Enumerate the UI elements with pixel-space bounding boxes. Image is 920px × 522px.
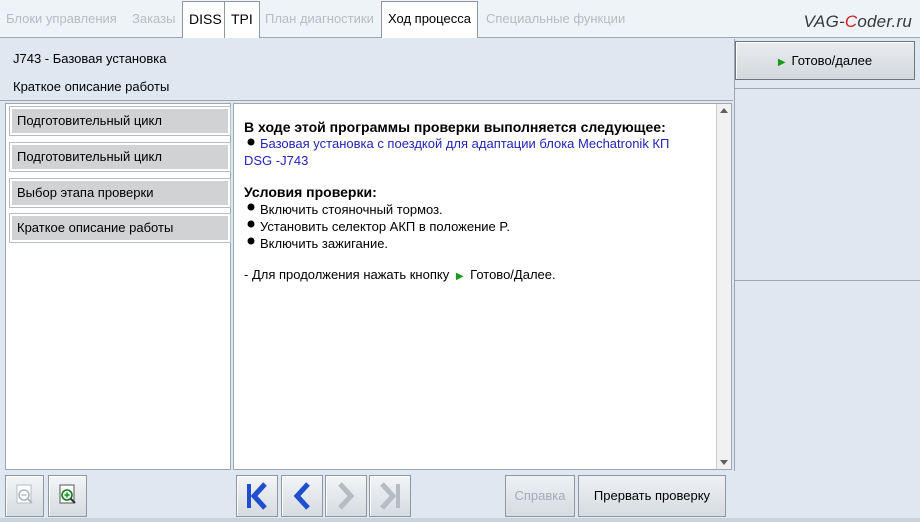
bullet-icon (247, 237, 255, 245)
zoom-in-icon (59, 484, 76, 504)
right-divider (734, 88, 920, 89)
step-label: Подготовительный цикл (12, 145, 228, 169)
condition-item: Установить селектор АКП в положение P. (260, 219, 511, 234)
steps-panel: Подготовительный цикл Подготовительный ц… (5, 103, 231, 470)
tab-control-units[interactable]: Блоки управления (0, 3, 123, 37)
bottom-strip (0, 518, 920, 522)
procedure-link-cont[interactable]: DSG -J743 (244, 153, 308, 169)
bullet-icon (247, 138, 255, 146)
step-item[interactable]: Подготовительный цикл (9, 106, 231, 136)
zoom-out-button[interactable] (5, 475, 44, 517)
next-step-icon (338, 482, 355, 510)
bullet-icon (247, 220, 255, 228)
right-panel (734, 39, 920, 480)
step-item[interactable]: Краткое описание работы (9, 213, 231, 243)
step-item[interactable]: Подготовительный цикл (9, 142, 231, 172)
done-next-button[interactable]: ▶ Готово/далее (735, 41, 915, 80)
conditions-heading: Условия проверки: (244, 184, 377, 200)
step-item[interactable]: Выбор этапа проверки (9, 178, 231, 208)
zoom-out-icon (16, 484, 33, 504)
content-panel: В ходе этой программы проверки выполняет… (233, 103, 732, 470)
bottom-toolbar (0, 471, 920, 522)
content-scrollbar[interactable] (716, 104, 731, 469)
bullet-icon (247, 203, 255, 211)
step-label: Выбор этапа проверки (12, 181, 228, 205)
previous-step-button[interactable] (281, 475, 323, 517)
first-step-button[interactable] (236, 475, 278, 517)
procedure-title: J743 - Базовая установка (13, 51, 167, 66)
tab-tpi[interactable]: TPI (224, 1, 260, 38)
tab-special-functions[interactable]: Специальные функции (480, 3, 631, 37)
step-label: Краткое описание работы (12, 216, 228, 240)
site-logo: VAG-Coder.ru (803, 12, 912, 31)
right-divider (734, 280, 920, 281)
tab-process[interactable]: Ход процесса (381, 1, 478, 38)
help-button[interactable]: Справка (505, 475, 575, 517)
scroll-down-icon[interactable] (720, 460, 728, 465)
last-step-icon (380, 482, 400, 510)
zoom-in-button[interactable] (48, 475, 87, 517)
procedure-header: J743 - Базовая установка Краткое описани… (0, 39, 733, 101)
procedure-link[interactable]: Базовая установка с поездкой для адаптац… (260, 136, 669, 152)
last-step-button[interactable] (369, 475, 411, 517)
continue-instruction: - Для продолжения нажать кнопку ▶ Готово… (244, 267, 556, 282)
condition-item: Включить стояночный тормоз. (260, 202, 443, 217)
tab-bar: Блоки управления Заказы DISS TPI План ди… (0, 0, 920, 38)
abort-test-button[interactable]: Прервать проверку (578, 475, 726, 517)
scroll-up-icon[interactable] (720, 108, 728, 113)
tab-orders[interactable]: Заказы (126, 3, 181, 37)
condition-item: Включить зажигание. (260, 236, 389, 251)
tab-diss[interactable]: DISS (182, 1, 229, 38)
next-step-button[interactable] (325, 475, 367, 517)
previous-step-icon (293, 482, 310, 510)
play-icon: ▶ (777, 57, 786, 68)
procedure-subtitle: Краткое описание работы (13, 79, 170, 94)
tab-diagnostic-plan[interactable]: План диагностики (259, 3, 380, 37)
first-step-icon (247, 482, 267, 510)
content-heading: В ходе этой программы проверки выполняет… (244, 119, 666, 135)
play-icon: ▶ (455, 271, 464, 282)
step-label: Подготовительный цикл (12, 109, 228, 133)
